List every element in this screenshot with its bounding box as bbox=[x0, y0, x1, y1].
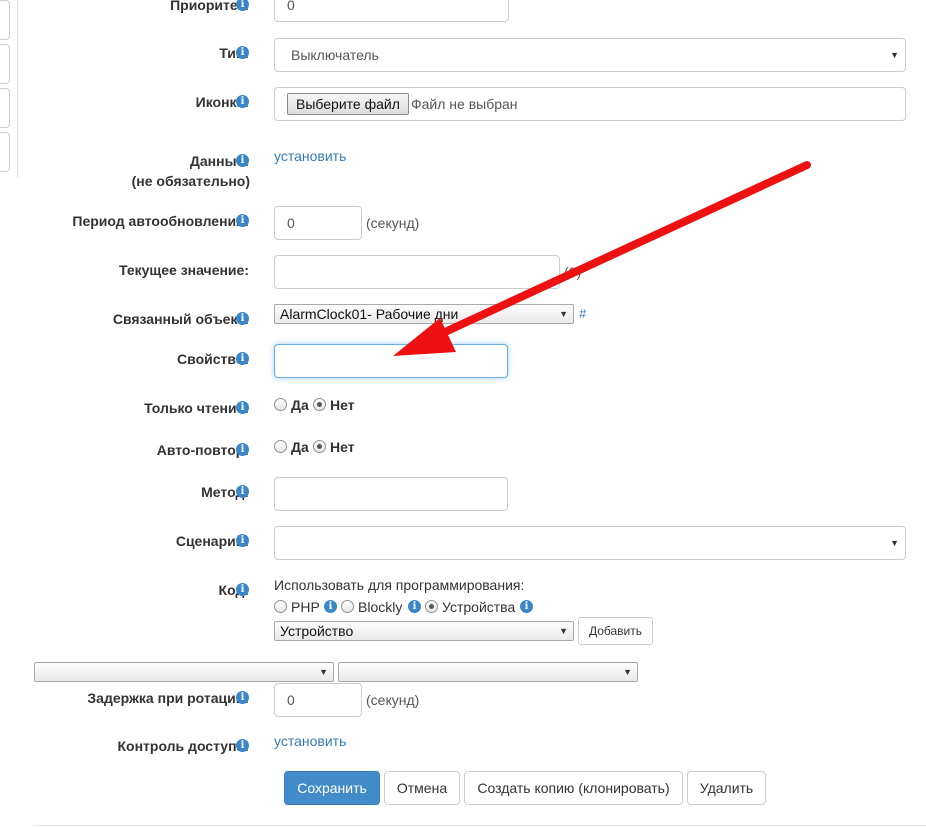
arrow-shaft bbox=[428, 161, 811, 342]
annotation-arrow bbox=[393, 161, 811, 356]
arrow-head bbox=[393, 318, 456, 356]
